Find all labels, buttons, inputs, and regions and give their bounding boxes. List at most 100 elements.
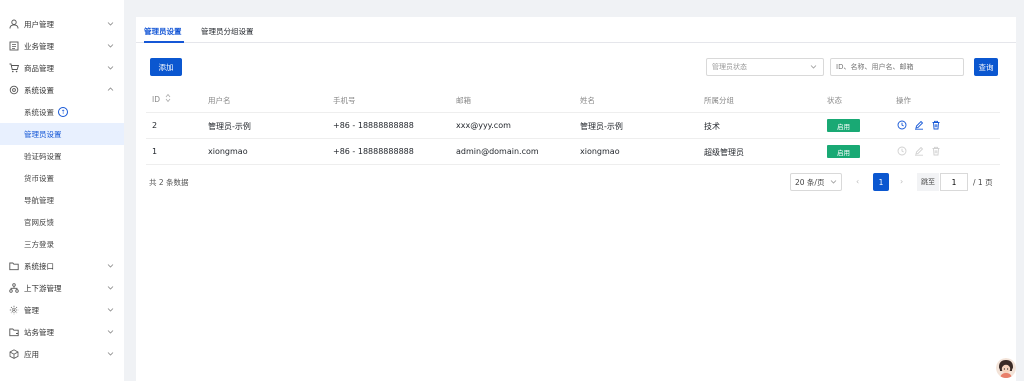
clock-icon[interactable] [896,119,907,130]
sidebar-item-business-management[interactable]: 业务管理 [0,35,124,57]
chevron-down-icon [107,328,114,337]
chevron-down-icon [107,20,114,29]
chevron-down-icon [810,63,817,72]
page-size-value: 20 条/页 [795,177,825,187]
sidebar-item-label: 管理 [24,305,39,315]
cell-group: 超级管理员 [704,148,744,157]
cell-id: 1 [152,147,158,156]
sidebar-item-user-management[interactable]: 用户管理 [0,13,124,35]
sidebar-item-label: 站务管理 [24,327,54,337]
row-actions [896,145,941,156]
chevron-down-icon [107,306,114,315]
sidebar-subitem-third-party-login[interactable]: 三方登录 [0,233,124,255]
cube-icon [8,349,20,359]
list-icon [8,41,20,51]
column-header-phone: 手机号 [333,96,356,105]
sidebar-subitem-label: 官网反馈 [24,217,54,227]
cell-email: admin@domain.com [456,147,539,156]
cell-email: xxx@yyy.com [456,121,511,130]
upload-icon[interactable]: ↑ [58,107,68,117]
sidebar-subitem-label: 货币设置 [24,173,54,183]
table-row: 2 管理员-示例 +86 - 18888888888 xxx@yyy.com 管… [146,113,1000,139]
row-actions [896,119,941,130]
sidebar-subitem-label: 导航管理 [24,195,54,205]
chevron-down-icon [107,42,114,51]
total-pages: / 1 页 [973,178,993,187]
edit-icon[interactable] [913,119,924,130]
tab-bar: 管理员设置 管理员分组设置 [136,17,1016,43]
chevron-down-icon [107,262,114,271]
sidebar-item-management[interactable]: 管理 [0,299,124,321]
sidebar-subitem-navigation[interactable]: 导航管理 [0,189,124,211]
tab-active-indicator [144,41,184,43]
cart-icon [8,63,20,73]
status-badge[interactable]: 启用 [827,119,860,132]
column-header-status: 状态 [827,96,842,105]
user-icon [8,19,20,29]
clock-icon [896,145,907,156]
chevron-down-icon [107,284,114,293]
column-header-actions: 操作 [896,96,911,105]
column-header-group: 所属分组 [704,96,734,105]
sort-icon[interactable] [165,93,171,105]
sidebar-subitem-label: 管理员设置 [24,129,62,139]
sidebar-subitem-system-settings[interactable]: 系统设置 ↑ [0,101,124,123]
sidebar-item-label: 业务管理 [24,41,54,51]
sidebar-subitem-label: 系统设置 [24,107,54,117]
sidebar-item-site-affairs[interactable]: 站务管理 [0,321,124,343]
cell-username: xiongmao [208,147,248,156]
sidebar-subitem-feedback[interactable]: 官网反馈 [0,211,124,233]
hierarchy-icon [8,283,20,293]
status-badge[interactable]: 启用 [827,145,860,158]
tab-admin-settings[interactable]: 管理员设置 [144,26,182,37]
folder-open-icon [8,327,20,337]
sidebar-item-system-api[interactable]: 系统接口 [0,255,124,277]
sidebar-item-label: 系统接口 [24,261,54,271]
page-size-select[interactable]: 20 条/页 [790,173,842,191]
prev-page-icon[interactable]: ‹ [856,177,859,186]
sidebar-item-label: 应用 [24,349,39,359]
sidebar: 用户管理 业务管理 商品管理 系统设置 系统设置 ↑ 管理员设置 验证码设置 货… [0,0,124,381]
folder-icon [8,261,20,271]
sidebar-item-label: 系统设置 [24,85,54,95]
cell-username: 管理员-示例 [208,122,251,131]
sidebar-item-apps[interactable]: 应用 [0,343,124,365]
cell-name: xiongmao [580,147,620,156]
sidebar-item-upstream-downstream[interactable]: 上下游管理 [0,277,124,299]
status-select[interactable]: 管理员状态 [706,58,824,76]
cell-id: 2 [152,121,158,130]
sidebar-item-system-settings[interactable]: 系统设置 [0,79,124,101]
cell-phone: +86 - 18888888888 [333,147,414,156]
cell-group: 技术 [704,122,720,131]
next-page-icon[interactable]: › [900,177,903,186]
tab-admin-group-settings[interactable]: 管理员分组设置 [201,26,254,37]
column-header-email: 邮箱 [456,96,471,105]
avatar[interactable] [996,358,1016,378]
status-select-placeholder: 管理员状态 [712,63,747,71]
table-header: ID 用户名 手机号 邮箱 姓名 所属分组 状态 操作 [146,87,1000,113]
jump-label: 跳至 [917,173,939,191]
edit-icon [913,145,924,156]
delete-icon[interactable] [930,119,941,130]
sidebar-item-label: 商品管理 [24,63,54,73]
total-count: 共 2 条数据 [149,178,189,187]
cell-phone: +86 - 18888888888 [333,121,414,130]
sidebar-item-product-management[interactable]: 商品管理 [0,57,124,79]
add-button[interactable]: 添加 [150,58,182,76]
column-header-name: 姓名 [580,96,595,105]
column-header-username: 用户名 [208,96,231,105]
chevron-up-icon [107,86,114,95]
cell-name: 管理员-示例 [580,122,623,131]
gear-icon [8,85,20,95]
sidebar-subitem-captcha-settings[interactable]: 验证码设置 [0,145,124,167]
page-number-current[interactable]: 1 [873,173,889,191]
column-header-id: ID [152,95,160,104]
sidebar-subitem-label: 验证码设置 [24,151,62,161]
search-input[interactable] [830,58,964,76]
sidebar-subitem-label: 三方登录 [24,239,54,249]
sidebar-subitem-admin-settings[interactable]: 管理员设置 [0,123,124,145]
sidebar-item-label: 用户管理 [24,19,54,29]
sidebar-subitem-currency-settings[interactable]: 货币设置 [0,167,124,189]
jump-page-input[interactable] [940,173,968,191]
query-button[interactable]: 查询 [974,58,998,76]
